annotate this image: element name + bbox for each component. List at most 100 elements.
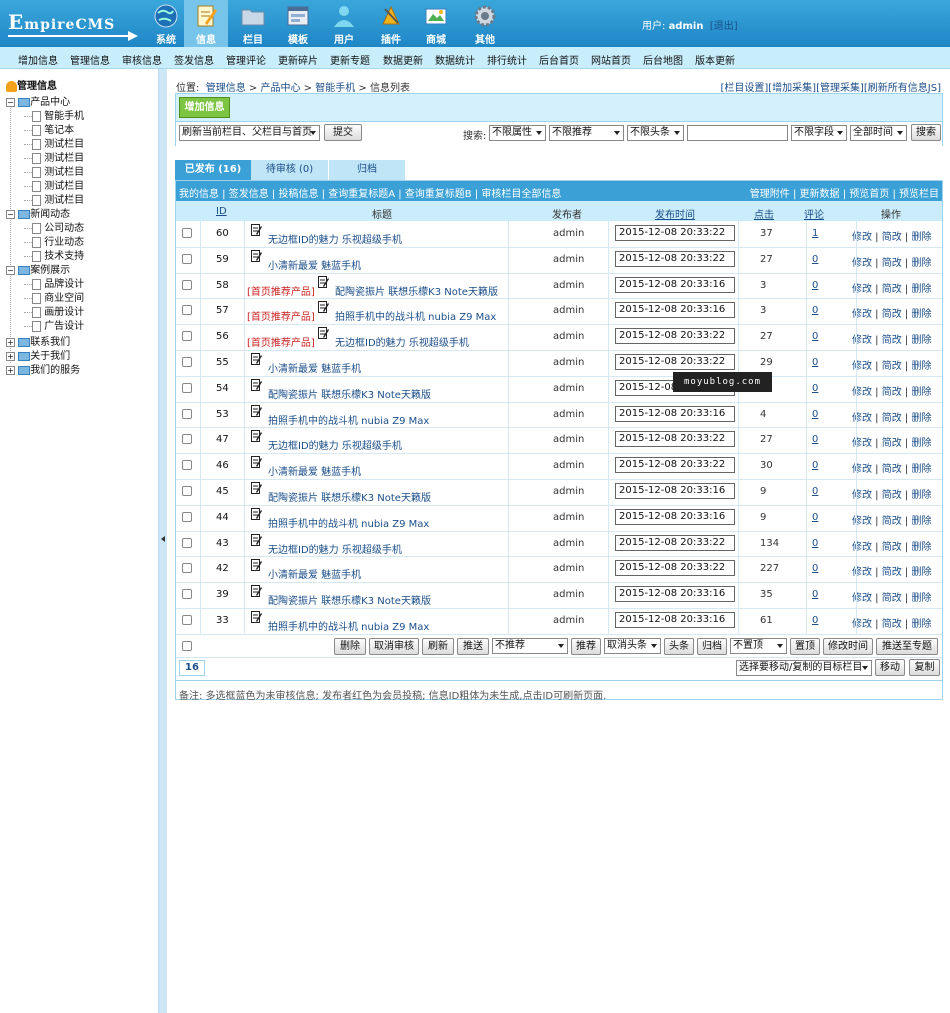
row-time-input[interactable]: 2015-12-08 20:33:16: [615, 302, 735, 319]
tree-leaf[interactable]: 测试栏目: [24, 163, 84, 178]
row-title[interactable]: 拍照手机中的战斗机 nubia Z9 Max: [268, 515, 429, 530]
tree-folder[interactable]: + 关于我们: [6, 347, 70, 362]
row-checkbox[interactable]: [182, 305, 192, 316]
delete-link[interactable]: 删除: [911, 284, 931, 295]
row-title[interactable]: 小清新最爱 魅蓝手机: [268, 257, 361, 272]
row-time-input[interactable]: 2015-12-08 20:33:16: [615, 276, 735, 293]
menu-item[interactable]: 签发信息: [174, 52, 214, 67]
push-button[interactable]: 推送: [457, 637, 489, 655]
archive-button[interactable]: 归档: [697, 637, 727, 655]
topnav-notepad[interactable]: 信息: [184, 0, 228, 47]
select-all-checkbox[interactable]: [182, 640, 192, 651]
sublink[interactable]: 更新数据: [800, 189, 840, 200]
modify-link[interactable]: 修改: [852, 387, 872, 398]
sublink[interactable]: 审核栏目全部信息: [481, 189, 561, 200]
logout-link[interactable]: [退出]: [710, 21, 738, 32]
topnav-window[interactable]: 模板: [276, 0, 320, 47]
modify-link[interactable]: 修改: [852, 619, 872, 630]
push-topic-button[interactable]: 推送至专题: [876, 637, 938, 655]
tree-leaf[interactable]: 笔记本: [24, 121, 74, 136]
expand-icon[interactable]: −: [6, 265, 15, 275]
recommend-level-select[interactable]: 不推荐: [492, 637, 568, 654]
expand-icon[interactable]: −: [6, 209, 15, 219]
row-id[interactable]: 59: [216, 254, 229, 265]
row-checkbox[interactable]: [182, 357, 192, 367]
row-title[interactable]: 无边框ID的魅力 乐视超级手机: [335, 334, 469, 349]
row-id[interactable]: 33: [216, 615, 229, 626]
tree-leaf[interactable]: 测试栏目: [24, 135, 84, 150]
tab-pending[interactable]: 待审核 (0): [251, 160, 328, 180]
menu-item[interactable]: 管理评论: [226, 52, 266, 67]
col-clicks[interactable]: 点击: [754, 206, 774, 221]
modify-link[interactable]: 修改: [852, 258, 872, 269]
top-button[interactable]: 置顶: [790, 637, 820, 655]
row-checkbox[interactable]: [182, 563, 192, 574]
expand-icon[interactable]: +: [6, 365, 15, 375]
row-id[interactable]: 46: [216, 460, 229, 471]
tree-leaf[interactable]: 测试栏目: [24, 149, 84, 164]
menu-item[interactable]: 数据更新: [383, 52, 423, 67]
row-id[interactable]: 43: [216, 538, 229, 549]
row-comments[interactable]: 0: [812, 305, 818, 316]
row-id[interactable]: 54: [216, 383, 229, 394]
row-comments[interactable]: 1: [812, 228, 818, 239]
recommend-select[interactable]: 不限推荐: [549, 125, 624, 141]
tree-leaf[interactable]: 技术支持: [24, 247, 84, 262]
row-time-input[interactable]: 2015-12-08 20:33:22: [615, 250, 735, 267]
tree-leaf[interactable]: 广告设计: [24, 317, 84, 332]
row-id[interactable]: 55: [216, 357, 229, 368]
row-time-input[interactable]: 2015-12-08 20:33:16: [615, 586, 735, 603]
sublink[interactable]: 预览首页: [849, 189, 889, 200]
sublink[interactable]: 查询重复标题A: [328, 189, 395, 200]
quick-edit-link[interactable]: 简改: [882, 567, 902, 578]
modify-link[interactable]: 修改: [852, 335, 872, 346]
refresh-button[interactable]: 刷新: [422, 637, 454, 655]
row-comments[interactable]: 0: [812, 434, 818, 445]
row-checkbox[interactable]: [182, 460, 192, 471]
page-count[interactable]: 16: [179, 659, 205, 676]
tree-folder[interactable]: − 案例展示: [6, 261, 70, 276]
menu-item[interactable]: 增加信息: [18, 52, 58, 67]
topnav-gear[interactable]: 其他: [463, 0, 507, 47]
row-time-input[interactable]: 2015-12-08 20:33:16: [615, 508, 735, 525]
menu-item[interactable]: 网站首页: [591, 52, 631, 67]
sublink[interactable]: 我的信息: [179, 189, 219, 200]
quick-edit-link[interactable]: 简改: [882, 438, 902, 449]
modify-link[interactable]: 修改: [852, 567, 872, 578]
row-title[interactable]: 配陶瓷振片 联想乐檬K3 Note天籁版: [268, 489, 431, 504]
menu-item[interactable]: 审核信息: [122, 52, 162, 67]
sublink[interactable]: 签发信息: [229, 189, 269, 200]
delete-link[interactable]: 删除: [911, 438, 931, 449]
headline-level-select[interactable]: 取消头条: [604, 637, 661, 654]
row-id[interactable]: 58: [216, 280, 229, 291]
expand-icon[interactable]: +: [6, 351, 15, 361]
delete-link[interactable]: 删除: [911, 619, 931, 630]
delete-link[interactable]: 删除: [911, 567, 931, 578]
modify-link[interactable]: 修改: [852, 413, 872, 424]
time-select[interactable]: 全部时间: [850, 125, 907, 141]
expand-icon[interactable]: +: [6, 337, 15, 347]
top-level-select[interactable]: 不置顶: [730, 637, 787, 654]
row-title[interactable]: 拍照手机中的战斗机 nubia Z9 Max: [268, 412, 429, 427]
menu-item[interactable]: 更新专题: [330, 52, 370, 67]
search-input[interactable]: [687, 125, 788, 141]
tree-leaf[interactable]: 智能手机: [24, 107, 84, 122]
menu-item[interactable]: 版本更新: [695, 52, 735, 67]
row-checkbox[interactable]: [182, 537, 192, 548]
move-button[interactable]: 移动: [875, 658, 905, 676]
quick-edit-link[interactable]: 简改: [882, 309, 902, 320]
tree-folder[interactable]: + 联系我们: [6, 333, 70, 348]
quick-edit-link[interactable]: 简改: [882, 490, 902, 501]
row-checkbox[interactable]: [182, 279, 192, 290]
row-checkbox[interactable]: [182, 253, 192, 264]
row-time-input[interactable]: 2015-12-08 20:33:22: [615, 534, 735, 551]
row-comments[interactable]: 0: [812, 615, 818, 626]
row-comments[interactable]: 0: [812, 589, 818, 600]
row-comments[interactable]: 0: [812, 383, 818, 394]
refresh-select[interactable]: 刷新当前栏目、父栏目与首页: [179, 125, 320, 141]
topnav-user[interactable]: 用户: [322, 0, 366, 47]
copy-button[interactable]: 复制: [909, 658, 940, 676]
row-time-input[interactable]: 2015-12-08 20:33:22: [615, 431, 735, 448]
quick-edit-link[interactable]: 简改: [882, 542, 902, 553]
quick-edit-link[interactable]: 简改: [882, 258, 902, 269]
